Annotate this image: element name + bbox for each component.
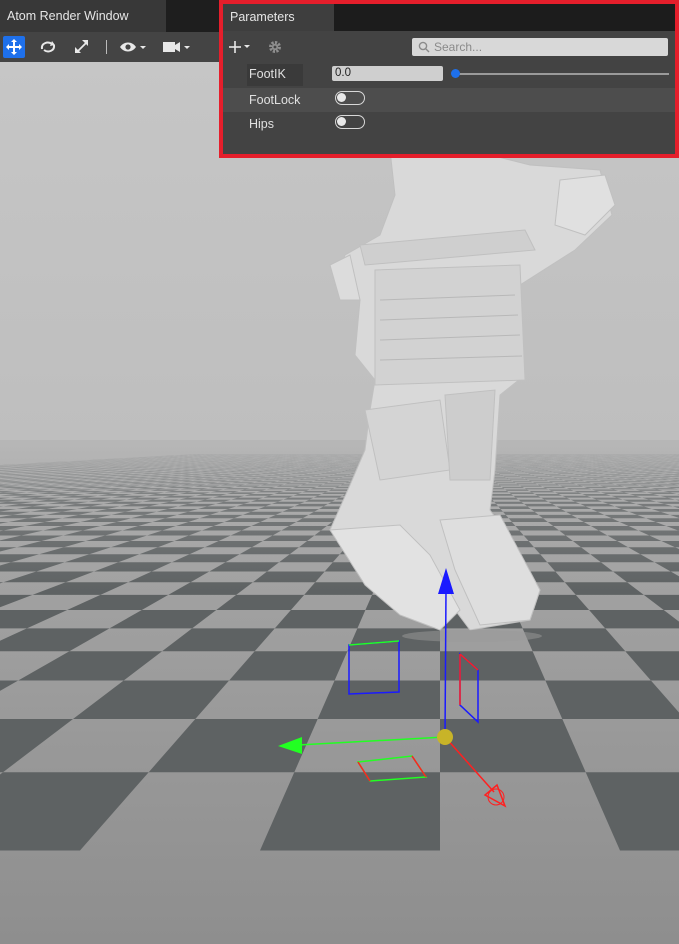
param-row-hips: Hips <box>223 112 675 136</box>
footik-slider-handle[interactable] <box>451 69 460 78</box>
plus-icon <box>229 41 250 53</box>
gizmo-center-handle[interactable] <box>437 729 453 745</box>
gear-icon <box>269 41 281 53</box>
footik-value-field[interactable]: 0.0 <box>332 66 443 81</box>
add-parameter-button[interactable] <box>227 38 255 56</box>
settings-button[interactable] <box>267 39 283 55</box>
search-placeholder: Search... <box>434 40 483 54</box>
scale-icon <box>75 40 88 53</box>
hips-toggle[interactable] <box>335 115 365 129</box>
toolbar-separator <box>106 40 107 54</box>
footlock-toggle[interactable] <box>335 91 365 105</box>
camera-icon <box>163 42 190 52</box>
gizmo-z-axis[interactable] <box>444 589 447 738</box>
move-icon <box>6 39 22 55</box>
param-label-footlock: FootLock <box>249 93 301 107</box>
rotate-icon <box>40 41 56 53</box>
window-tab-render[interactable]: Atom Render Window <box>0 0 166 32</box>
parameters-panel: Parameters Search... FootIK 0.0 FootLock <box>219 0 679 158</box>
rotate-tool-button[interactable] <box>37 36 59 58</box>
viewport-toolbar <box>0 32 222 62</box>
eye-icon <box>120 42 146 52</box>
tab-parameters[interactable]: Parameters <box>222 3 334 31</box>
search-input[interactable]: Search... <box>412 38 668 56</box>
footik-slider-track[interactable] <box>455 73 669 75</box>
parameters-tab-bar: Parameters <box>219 0 679 31</box>
scale-tool-button[interactable] <box>71 36 93 58</box>
search-icon <box>418 41 430 53</box>
move-tool-button[interactable] <box>3 36 25 58</box>
view-options-dropdown[interactable] <box>118 36 148 58</box>
param-row-footlock: FootLock <box>223 88 675 112</box>
camera-options-dropdown[interactable] <box>162 36 192 58</box>
param-label-hips: Hips <box>249 117 275 131</box>
param-label-footik: FootIK <box>249 67 286 81</box>
